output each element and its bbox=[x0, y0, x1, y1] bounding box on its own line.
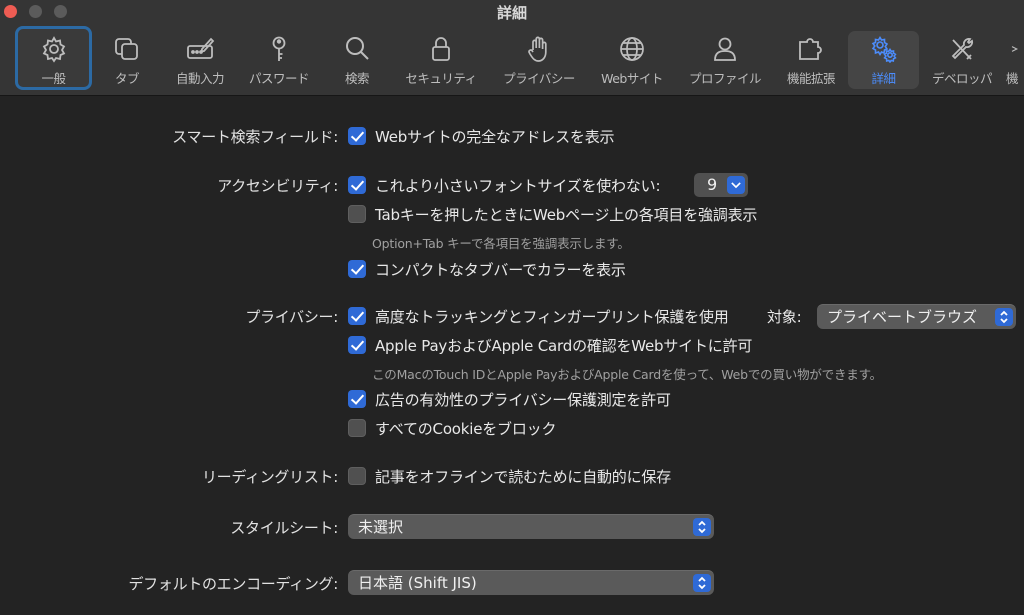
block-cookies-text: すべてのCookieをブロック bbox=[375, 420, 557, 438]
tab-label: 機能拡張 bbox=[786, 71, 836, 86]
tab-label: セキュリティ bbox=[405, 71, 477, 86]
tab-label: プライバシー bbox=[503, 71, 575, 86]
puzzle-icon bbox=[799, 38, 822, 60]
encoding-label: デフォルトのエンコーディング: bbox=[128, 575, 338, 593]
tab-security[interactable]: セキュリティ bbox=[398, 31, 484, 87]
tracking-protection-text: 高度なトラッキングとフィンガープリント保護を使用 bbox=[375, 308, 729, 326]
min-font-size-select[interactable]: 9 bbox=[694, 173, 748, 197]
tab-passwords[interactable]: パスワード bbox=[242, 31, 316, 87]
tools-icon bbox=[951, 38, 973, 60]
tracking-target-select[interactable]: プライベートブラウズ bbox=[817, 304, 1016, 329]
smart-search-label: スマート検索フィールド: bbox=[172, 128, 338, 146]
privacy-label: プライバシー: bbox=[245, 308, 338, 326]
tracking-target-value: プライベートブラウズ bbox=[827, 308, 978, 326]
overflow-icon bbox=[1011, 46, 1019, 52]
stylesheet-select[interactable]: 未選択 bbox=[348, 514, 714, 539]
up-down-arrows-icon bbox=[995, 308, 1013, 326]
tracking-protection-checkbox[interactable] bbox=[348, 307, 366, 325]
tab-highlight-text: Tabキーを押したときにWebページ上の各項目を強調表示 bbox=[375, 206, 758, 224]
min-font-size-text: これより小さいフォントサイズを使わない: bbox=[375, 177, 661, 195]
reading-list-label: リーディングリスト: bbox=[201, 468, 338, 486]
save-offline-text: 記事をオフラインで読むために自動的に保存 bbox=[375, 468, 672, 486]
up-down-arrows-icon bbox=[693, 518, 711, 536]
tab-label: 自動入力 bbox=[175, 71, 225, 86]
stylesheet-label: スタイルシート: bbox=[230, 519, 338, 537]
tab-label: パスワード bbox=[248, 71, 310, 86]
tab-label: Webサイト bbox=[601, 71, 663, 86]
lock-icon bbox=[432, 37, 450, 61]
tab-label: デベロッパ bbox=[931, 71, 993, 86]
key-icon bbox=[272, 36, 286, 61]
compact-tab-color-text: コンパクトなタブバーでカラーを表示 bbox=[375, 261, 626, 279]
chevron-down-icon bbox=[727, 176, 745, 194]
tab-overflow[interactable]: 機 bbox=[1006, 31, 1024, 87]
window-title: 詳細 bbox=[496, 4, 527, 22]
stylesheet-value: 未選択 bbox=[358, 518, 404, 536]
tab-label: 詳細 bbox=[871, 71, 896, 86]
tab-websites[interactable]: Webサイト bbox=[594, 31, 670, 87]
compact-tab-color-checkbox[interactable] bbox=[348, 260, 366, 278]
accessibility-label: アクセシビリティ: bbox=[217, 177, 338, 195]
up-down-arrows-icon bbox=[693, 574, 711, 592]
tab-developer[interactable]: デベロッパ bbox=[926, 31, 998, 87]
ad-measurement-checkbox[interactable] bbox=[348, 390, 366, 408]
tabs-icon bbox=[115, 38, 138, 60]
show-full-address-text: Webサイトの完全なアドレスを表示 bbox=[375, 128, 615, 146]
gear-icon bbox=[42, 36, 65, 63]
globe-icon bbox=[620, 37, 644, 61]
tab-profiles[interactable]: プロファイル bbox=[682, 31, 768, 87]
tab-label: 検索 bbox=[344, 71, 370, 86]
tab-extensions[interactable]: 機能拡張 bbox=[780, 31, 842, 87]
gears-icon bbox=[871, 35, 897, 63]
tab-highlight-hint: Option+Tab キーで各項目を強調表示します。 bbox=[372, 236, 630, 251]
magnifier-icon bbox=[346, 37, 369, 60]
ad-measurement-text: 広告の有効性のプライバシー保護測定を許可 bbox=[375, 391, 671, 409]
tab-label: 機 bbox=[1006, 71, 1019, 86]
save-offline-checkbox[interactable] bbox=[348, 467, 366, 485]
encoding-value: 日本語 (Shift JIS) bbox=[358, 574, 477, 592]
person-icon bbox=[714, 37, 736, 61]
tracking-target-label: 対象: bbox=[767, 308, 802, 326]
tab-label: タブ bbox=[114, 71, 140, 86]
tab-general[interactable]: 一般 bbox=[15, 26, 92, 90]
tab-highlight-checkbox[interactable] bbox=[348, 205, 366, 223]
tab-label: 一般 bbox=[41, 71, 66, 86]
apple-pay-hint: このMacのTouch IDとApple PayおよびApple Cardを使っ… bbox=[372, 367, 882, 382]
min-font-size-value: 9 bbox=[707, 175, 718, 194]
tab-search[interactable]: 検索 bbox=[334, 31, 380, 87]
tab-privacy[interactable]: プライバシー bbox=[496, 31, 582, 87]
settings-window: 詳細 一般 タブ 自動入力 パスワード 検索 セキュリティ プライバシー Web… bbox=[0, 0, 1024, 615]
min-font-size-checkbox[interactable] bbox=[348, 176, 366, 194]
apple-pay-checkbox[interactable] bbox=[348, 336, 366, 354]
tab-label: プロファイル bbox=[688, 71, 762, 86]
tab-autofill[interactable]: 自動入力 bbox=[170, 31, 230, 87]
toolbar: 詳細 一般 タブ 自動入力 パスワード 検索 セキュリティ プライバシー Web… bbox=[0, 0, 1024, 96]
hand-icon bbox=[528, 36, 547, 62]
apple-pay-text: Apple PayおよびApple Cardの確認をWebサイトに許可 bbox=[375, 337, 753, 355]
tab-advanced[interactable]: 詳細 bbox=[848, 31, 919, 89]
pencil-form-icon bbox=[187, 37, 215, 59]
encoding-select[interactable]: 日本語 (Shift JIS) bbox=[348, 570, 714, 595]
tab-tabs[interactable]: タブ bbox=[104, 31, 150, 87]
block-cookies-checkbox[interactable] bbox=[348, 419, 366, 437]
show-full-address-checkbox[interactable] bbox=[348, 127, 366, 145]
